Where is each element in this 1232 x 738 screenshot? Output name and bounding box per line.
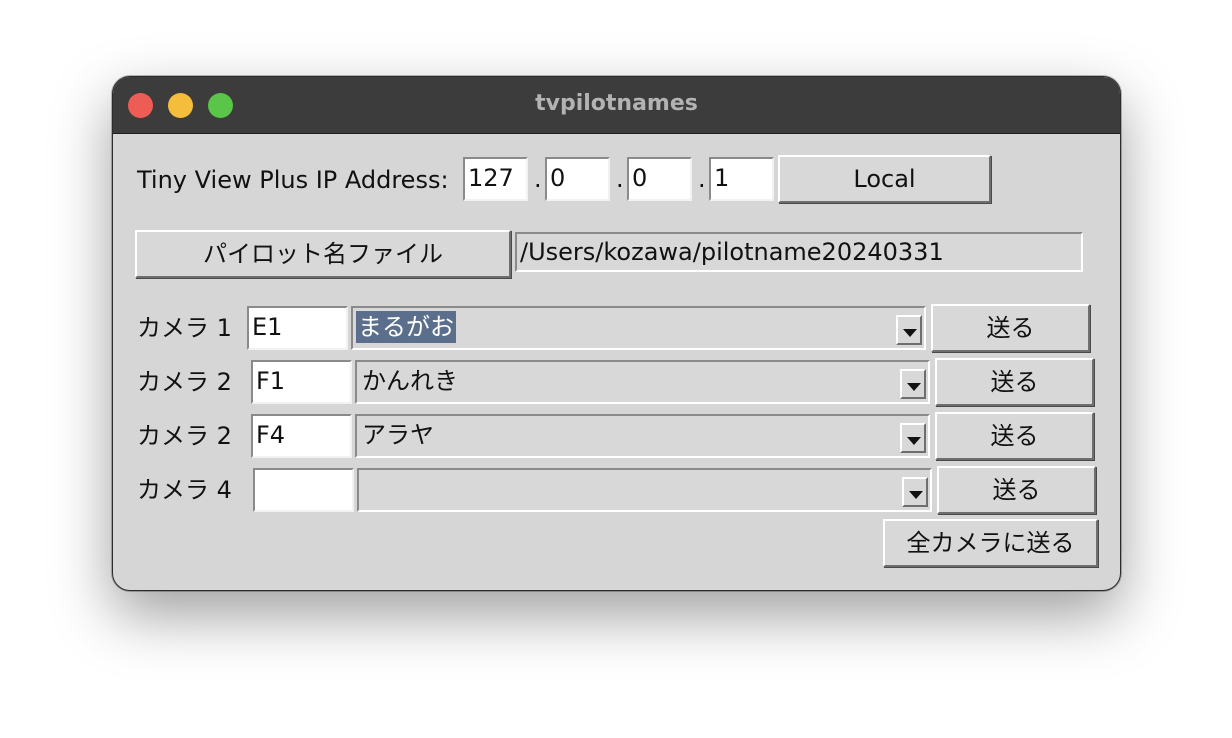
ip-separator: . (616, 165, 624, 193)
camera-code-input[interactable]: E1 (247, 306, 348, 350)
camera-code-input[interactable]: F4 (251, 414, 352, 458)
pilot-file-path-field[interactable]: /Users/kozawa/pilotname20240331 (515, 232, 1083, 272)
pilot-name-value: かんれき (362, 367, 458, 395)
ip-octet-3-input[interactable]: 0 (627, 157, 692, 201)
local-button[interactable]: Local (778, 155, 991, 203)
pilot-name-value (362, 473, 366, 505)
camera-code-input[interactable]: F1 (251, 360, 352, 404)
pilot-name-combobox[interactable]: かんれき (355, 360, 930, 404)
window-title: tvpilotnames (535, 91, 698, 116)
send-button[interactable]: 送る (937, 466, 1096, 514)
ip-octet-2-input[interactable]: 0 (545, 157, 610, 201)
camera-label: カメラ 2 (137, 422, 232, 450)
ip-address-label: Tiny View Plus IP Address: (137, 166, 449, 194)
chevron-down-icon[interactable] (896, 315, 922, 345)
pilot-name-combobox[interactable]: アラヤ (355, 414, 930, 458)
ip-octet-4-input[interactable]: 1 (709, 157, 774, 201)
pilot-name-value: アラヤ (362, 421, 434, 449)
camera-label: カメラ 4 (137, 476, 232, 504)
pilot-name-combobox[interactable] (357, 468, 932, 512)
camera-label: カメラ 1 (137, 314, 232, 342)
pilot-file-button[interactable]: パイロット名ファイル (135, 230, 511, 278)
title-bar[interactable]: tvpilotnames (113, 77, 1120, 134)
pilot-name-combobox[interactable]: まるがお (351, 306, 926, 350)
send-button[interactable]: 送る (935, 358, 1094, 406)
ip-octet-1-input[interactable]: 127 (463, 157, 528, 201)
ip-separator: . (534, 165, 542, 193)
app-window: tvpilotnames Tiny View Plus IP Address: … (112, 76, 1121, 591)
pilot-name-value: まるがお (356, 311, 456, 343)
chevron-down-icon[interactable] (900, 423, 926, 453)
camera-code-input[interactable] (253, 468, 354, 512)
ip-separator: . (698, 165, 706, 193)
chevron-down-icon[interactable] (902, 477, 928, 507)
send-button[interactable]: 送る (931, 304, 1090, 352)
send-button[interactable]: 送る (935, 412, 1094, 460)
send-all-cameras-button[interactable]: 全カメラに送る (883, 519, 1098, 567)
chevron-down-icon[interactable] (900, 369, 926, 399)
camera-label: カメラ 2 (137, 368, 232, 396)
